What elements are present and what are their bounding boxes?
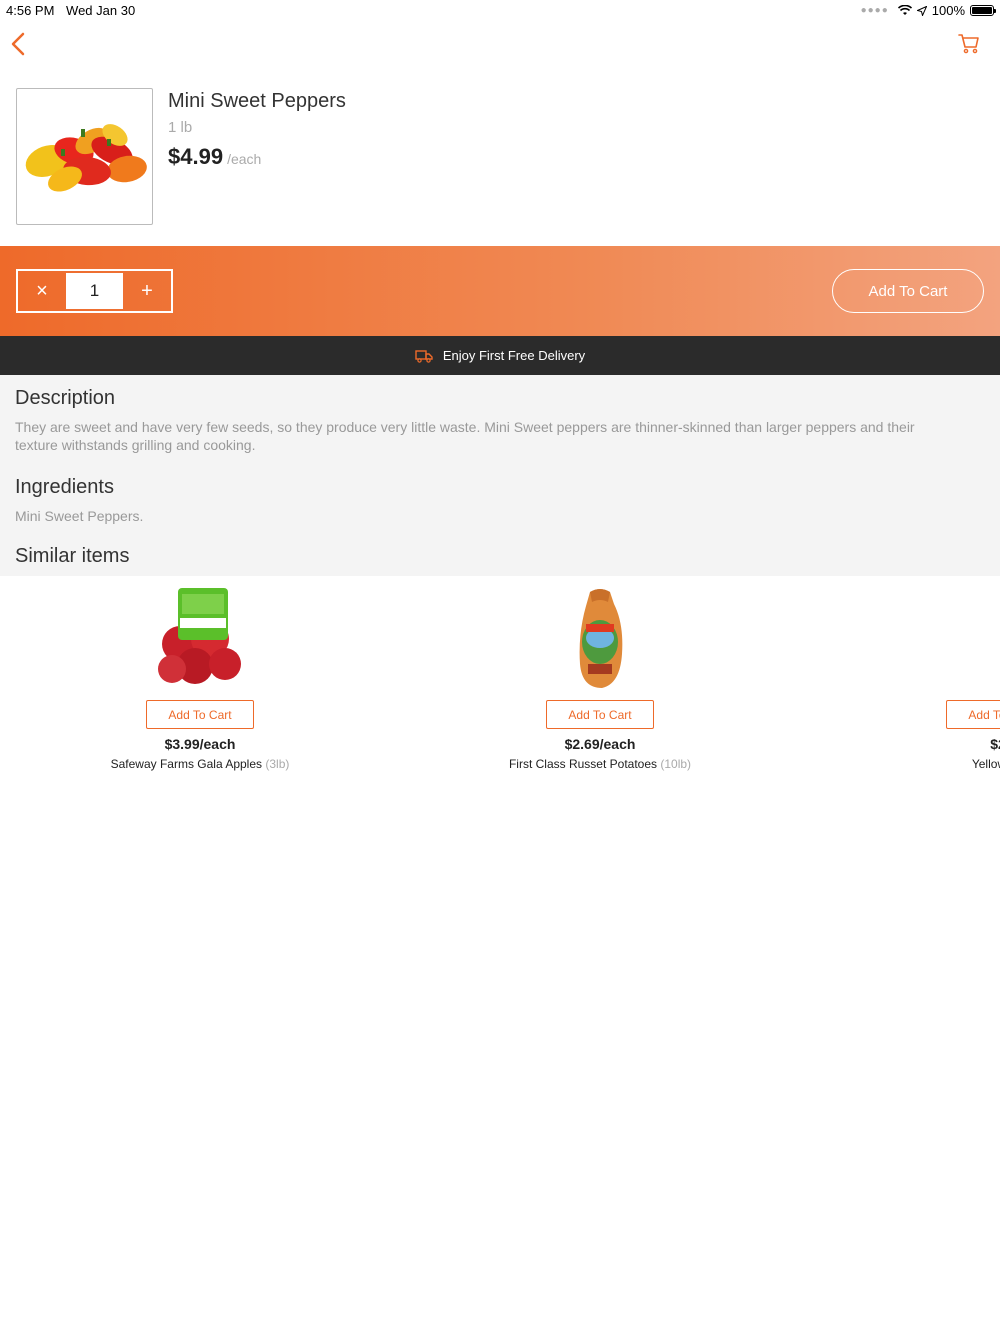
similar-item-title: First Class Russet Potatoes: [508, 757, 658, 771]
increase-quantity-button[interactable]: +: [123, 271, 171, 311]
similar-add-to-cart-button[interactable]: Add To Cart: [546, 700, 654, 729]
similar-item-name: Safeway Farms Gala Apples (3lb): [80, 757, 320, 771]
similar-item-image: [550, 584, 650, 694]
similar-item-image: [150, 584, 250, 694]
similar-item-title: Yellow Oni: [971, 757, 1000, 771]
similar-item[interactable]: Add To Cart $2.69/each First Class Russe…: [480, 576, 720, 786]
status-date: Wed Jan 30: [66, 3, 136, 18]
nav-bar: [0, 24, 1000, 68]
similar-item-price: $2.69/each: [564, 736, 636, 752]
cart-button[interactable]: [958, 32, 982, 56]
status-right: ●●●● 100%: [860, 3, 996, 18]
ingredients-title: Ingredients: [15, 476, 114, 498]
similar-item-size: (3lb): [265, 757, 290, 771]
similar-add-to-cart-button[interactable]: Add To Cart: [946, 700, 1000, 729]
quantity-input[interactable]: [66, 273, 123, 309]
similar-item[interactable]: Add To Cart $3.99/each Safeway Farms Gal…: [80, 576, 320, 786]
apples-image: [158, 588, 241, 684]
peppers-image: [25, 124, 147, 192]
product-weight: 1 lb: [168, 119, 193, 136]
similar-items-title: Similar items: [15, 545, 130, 567]
decrease-quantity-button[interactable]: ×: [18, 271, 66, 311]
wifi-icon: [897, 5, 912, 15]
chevron-left-icon: [11, 32, 25, 56]
status-left: 4:56 PM Wed Jan 30: [6, 3, 143, 18]
product-info: Mini Sweet Peppers 1 lb $4.99 /each: [168, 90, 346, 170]
product-header: Mini Sweet Peppers 1 lb $4.99 /each: [16, 88, 984, 225]
delivery-text: Enjoy First Free Delivery: [442, 348, 586, 363]
similar-item-title: Safeway Farms Gala Apples: [110, 757, 263, 771]
back-button[interactable]: [8, 32, 32, 58]
cart-icon: [958, 34, 979, 54]
signal-icon: ●●●●: [860, 5, 889, 16]
similar-add-to-cart-button[interactable]: Add To Cart: [146, 700, 254, 729]
similar-item-name: First Class Russet Potatoes (10lb): [480, 757, 720, 771]
similar-item-price: $3.99/each: [164, 736, 236, 752]
price-row: $4.99 /each: [168, 144, 346, 170]
ingredients-text: Mini Sweet Peppers.: [15, 508, 144, 524]
quantity-stepper: × +: [16, 269, 173, 313]
battery-percent: 100%: [931, 3, 965, 18]
quantity-band: × + Add To Cart: [0, 246, 1000, 336]
delivery-banner: Enjoy First Free Delivery: [0, 336, 1000, 375]
similar-item-price: $2.: [990, 736, 1000, 752]
status-time: 4:56 PM: [6, 3, 55, 18]
product-image: [16, 88, 153, 225]
potatoes-image: [579, 589, 623, 688]
status-bar: 4:56 PM Wed Jan 30 ●●●● 100%: [0, 0, 1000, 20]
product-price: $4.99: [168, 144, 224, 169]
similar-item-name: Yellow Oni: [880, 757, 1000, 771]
delivery-truck-icon: [415, 349, 433, 363]
similar-items-row[interactable]: Add To Cart $3.99/each Safeway Farms Gal…: [0, 576, 1000, 786]
add-to-cart-button[interactable]: Add To Cart: [832, 269, 984, 313]
info-section: Description They are sweet and have very…: [0, 375, 1000, 576]
battery-icon: [970, 5, 996, 16]
description-text: They are sweet and have very few seeds, …: [15, 419, 915, 453]
description-title: Description: [15, 387, 116, 409]
onions-image: [950, 584, 1000, 694]
product-unit: /each: [227, 151, 262, 167]
location-icon: [916, 5, 927, 16]
similar-item-size: (10lb): [660, 757, 692, 771]
similar-item-image: [950, 584, 1000, 694]
similar-item[interactable]: Add To Cart $2. Yellow Oni: [880, 576, 1000, 786]
product-name: Mini Sweet Peppers: [168, 90, 346, 112]
